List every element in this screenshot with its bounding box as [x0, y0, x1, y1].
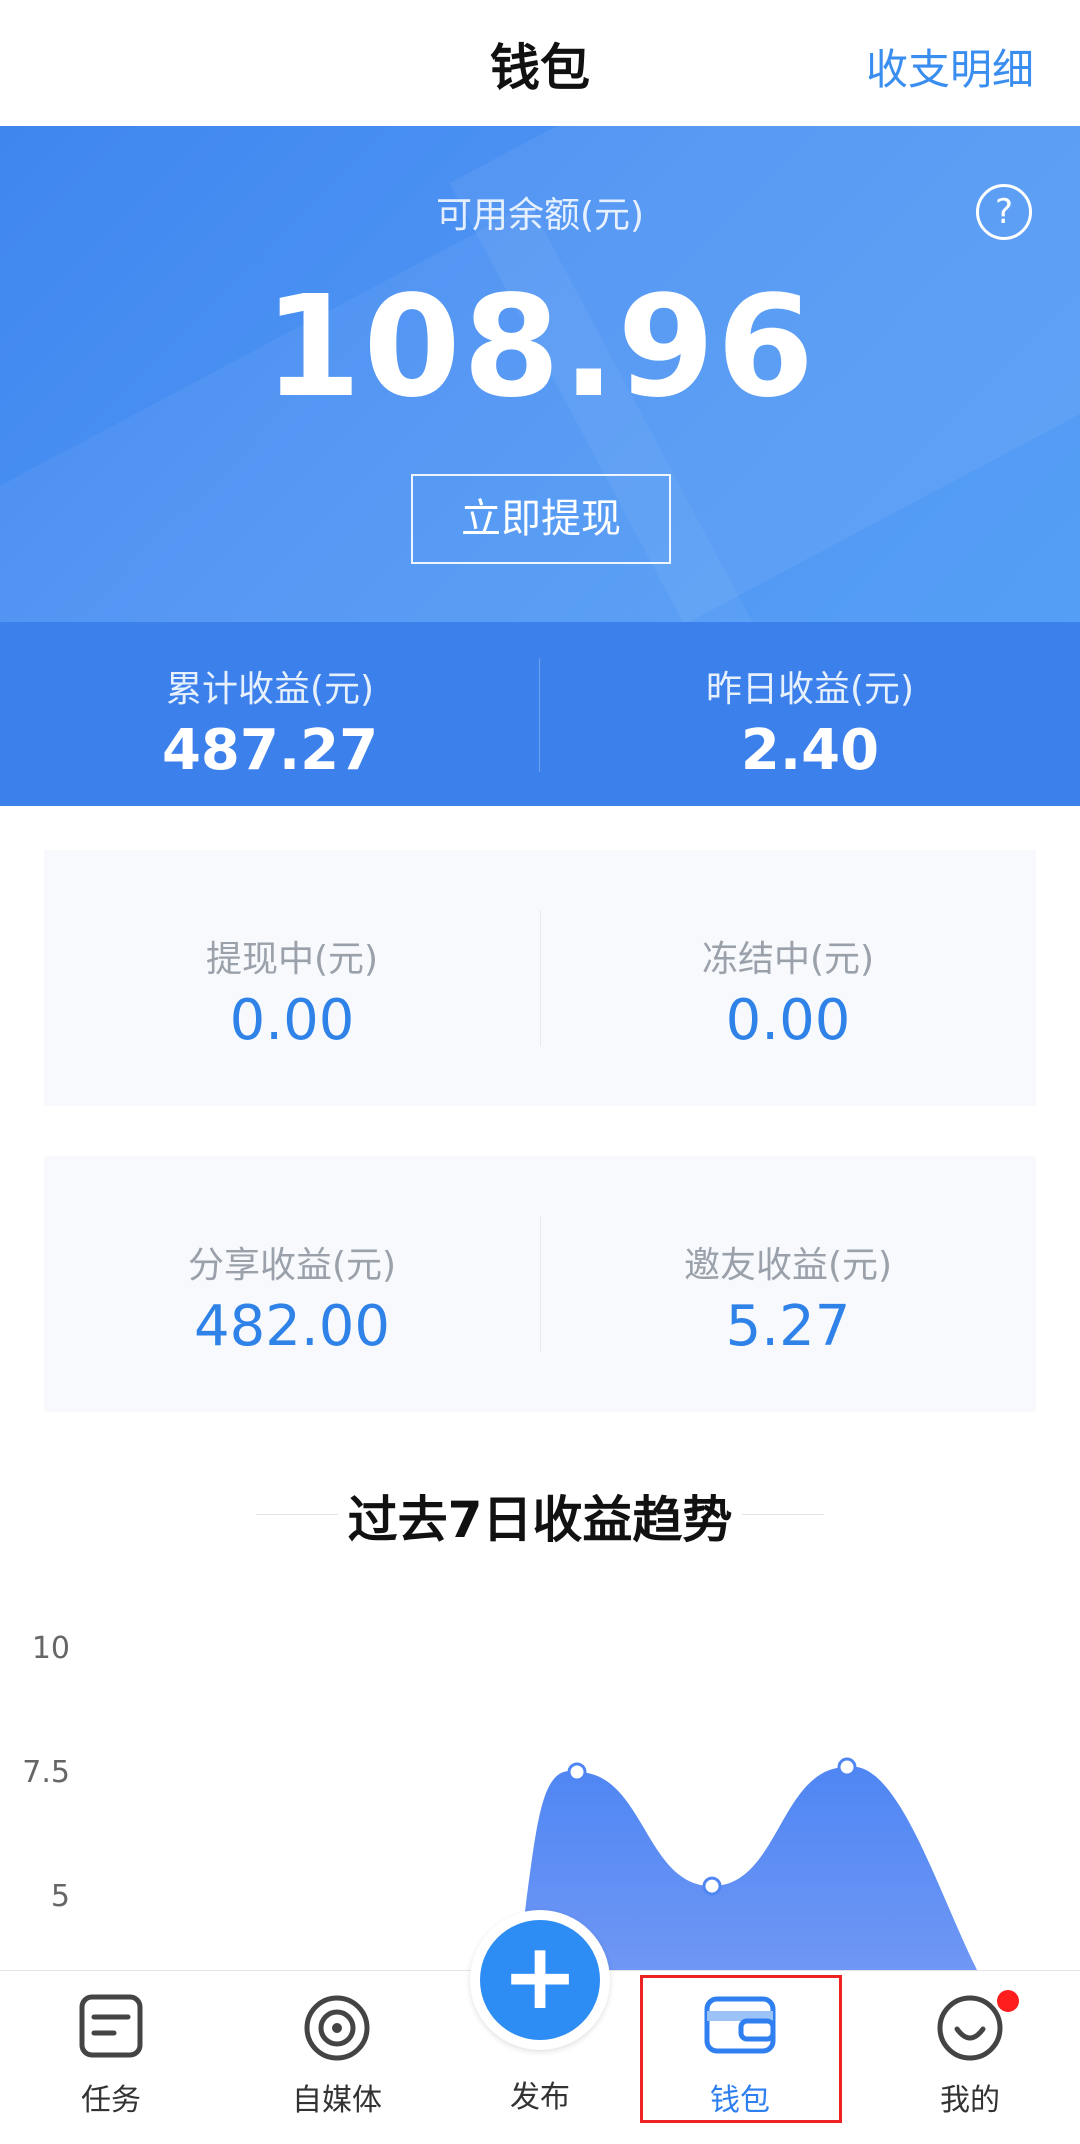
data-point: [567, 1762, 587, 1782]
yesterday-earnings-value: 2.40: [740, 718, 880, 783]
invite-earnings-stat: 邀友收益(元) 5.27: [540, 1156, 1036, 1412]
frozen-value: 0.00: [725, 988, 851, 1053]
yesterday-earnings-label: 昨日收益(元): [705, 669, 915, 710]
tab-publish-label: 发布: [510, 2080, 570, 2115]
chart-title: 过去7日收益趋势: [347, 1491, 733, 1549]
invite-earnings-value: 5.27: [725, 1294, 851, 1359]
transaction-details-link[interactable]: 收支明细: [866, 36, 1034, 97]
plus-icon: +: [480, 1920, 600, 2040]
task-list-icon: [78, 1993, 144, 2063]
tab-profile-label: 我的: [940, 2083, 1000, 2118]
top-navigation-bar: 钱包 收支明细: [0, 0, 1080, 126]
share-earnings-value: 482.00: [194, 1294, 390, 1359]
invite-earnings-label: 邀友收益(元): [683, 1245, 893, 1286]
withdrawing-value: 0.00: [229, 988, 355, 1053]
yesterday-earnings: 昨日收益(元) 2.40: [540, 622, 1080, 806]
question-circle-icon[interactable]: ?: [976, 184, 1032, 240]
target-circle-icon: [302, 1993, 372, 2067]
available-balance-label: 可用余额(元): [435, 195, 645, 236]
withdraw-button[interactable]: 立即提现: [411, 474, 671, 564]
earnings-summary: 累计收益(元) 487.27 昨日收益(元) 2.40: [0, 622, 1080, 806]
y-tick-label: 5: [51, 1879, 70, 1914]
share-invite-card: 分享收益(元) 482.00 邀友收益(元) 5.27: [44, 1156, 1036, 1412]
title-rule-right: [742, 1514, 824, 1515]
tab-tasks[interactable]: 任务: [0, 1971, 222, 2144]
tab-media-label: 自媒体: [292, 2083, 382, 2118]
pending-frozen-card: 提现中(元) 0.00 冻结中(元) 0.00: [44, 850, 1036, 1106]
notification-badge: [997, 1990, 1019, 2012]
y-tick-label: 7.5: [22, 1755, 70, 1790]
total-earnings-value: 487.27: [161, 718, 379, 783]
balance-card: 可用余额(元) ? 108.96 立即提现 累计收益(元) 487.27 昨日收…: [0, 126, 1080, 806]
withdrawing-label: 提现中(元): [205, 939, 379, 980]
frozen-stat: 冻结中(元) 0.00: [540, 850, 1036, 1106]
tab-media[interactable]: 自媒体: [222, 1971, 452, 2144]
total-earnings-label: 累计收益(元): [165, 669, 375, 710]
chart-header: 过去7日收益趋势: [0, 1480, 1080, 1550]
share-earnings-label: 分享收益(元): [187, 1245, 397, 1286]
withdrawing-stat: 提现中(元) 0.00: [44, 850, 540, 1106]
smile-face-icon: [935, 1993, 1005, 2067]
publish-button[interactable]: +: [470, 1910, 610, 2050]
share-earnings-stat: 分享收益(元) 482.00: [44, 1156, 540, 1412]
data-point: [702, 1876, 722, 1896]
active-tab-highlight: [640, 1975, 842, 2123]
y-tick-label: 10: [32, 1631, 70, 1666]
tab-tasks-label: 任务: [81, 2083, 141, 2118]
data-point: [837, 1757, 857, 1777]
frozen-label: 冻结中(元): [701, 939, 875, 980]
total-earnings: 累计收益(元) 487.27: [0, 622, 540, 806]
tab-profile[interactable]: 我的: [860, 1971, 1080, 2144]
available-balance-amount: 108.96: [263, 266, 817, 429]
